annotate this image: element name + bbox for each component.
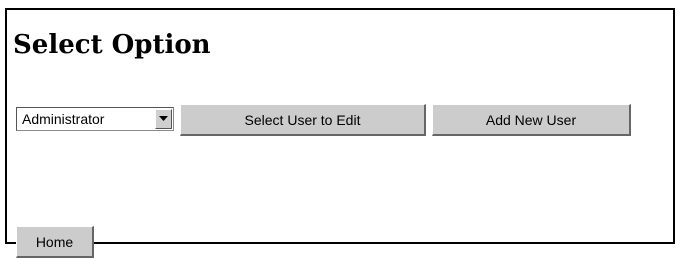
add-new-user-button[interactable]: Add New User: [432, 104, 631, 136]
chevron-down-icon: [159, 116, 168, 121]
select-user-to-edit-button[interactable]: Select User to Edit: [180, 104, 426, 136]
select-dropdown-button[interactable]: [155, 109, 172, 129]
user-select-value: Administrator: [22, 111, 105, 127]
page-title: Select Option: [13, 30, 211, 60]
home-button[interactable]: Home: [16, 226, 94, 258]
user-select[interactable]: Administrator: [16, 107, 174, 131]
